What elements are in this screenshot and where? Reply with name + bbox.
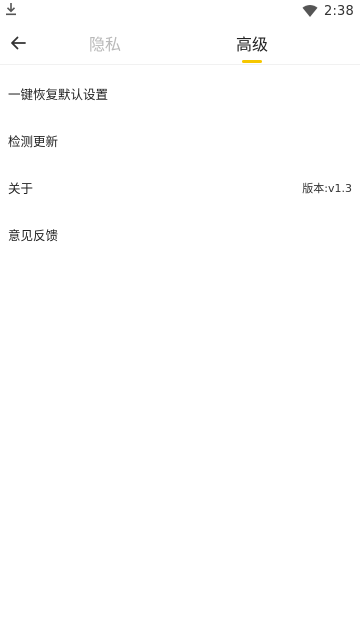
status-bar: 2:38 xyxy=(0,0,360,22)
check-update-row[interactable]: 检测更新 xyxy=(0,117,360,164)
restore-defaults-label: 一键恢复默认设置 xyxy=(8,87,109,102)
arrow-left-icon xyxy=(9,34,27,52)
tab-header: 隐私 高级 xyxy=(0,22,360,64)
feedback-label: 意见反馈 xyxy=(8,228,59,243)
active-tab-indicator xyxy=(242,60,262,63)
about-label: 关于 xyxy=(8,181,34,196)
tab-privacy[interactable]: 隐私 xyxy=(75,22,135,64)
header-divider xyxy=(0,64,360,65)
tab-advanced[interactable]: 高级 xyxy=(222,22,282,64)
wifi-icon xyxy=(302,4,318,18)
restore-defaults-row[interactable]: 一键恢复默认设置 xyxy=(0,70,360,117)
feedback-row[interactable]: 意见反馈 xyxy=(0,211,360,258)
version-value: 版本:v1.3 xyxy=(302,181,352,195)
check-update-label: 检测更新 xyxy=(8,134,59,149)
about-row[interactable]: 关于 版本:v1.3 xyxy=(0,164,360,211)
status-time: 2:38 xyxy=(324,3,354,19)
settings-list: 一键恢复默认设置 检测更新 关于 版本:v1.3 意见反馈 xyxy=(0,70,360,258)
back-button[interactable] xyxy=(4,29,32,57)
download-icon xyxy=(4,1,18,17)
status-right-cluster: 2:38 xyxy=(302,0,354,22)
